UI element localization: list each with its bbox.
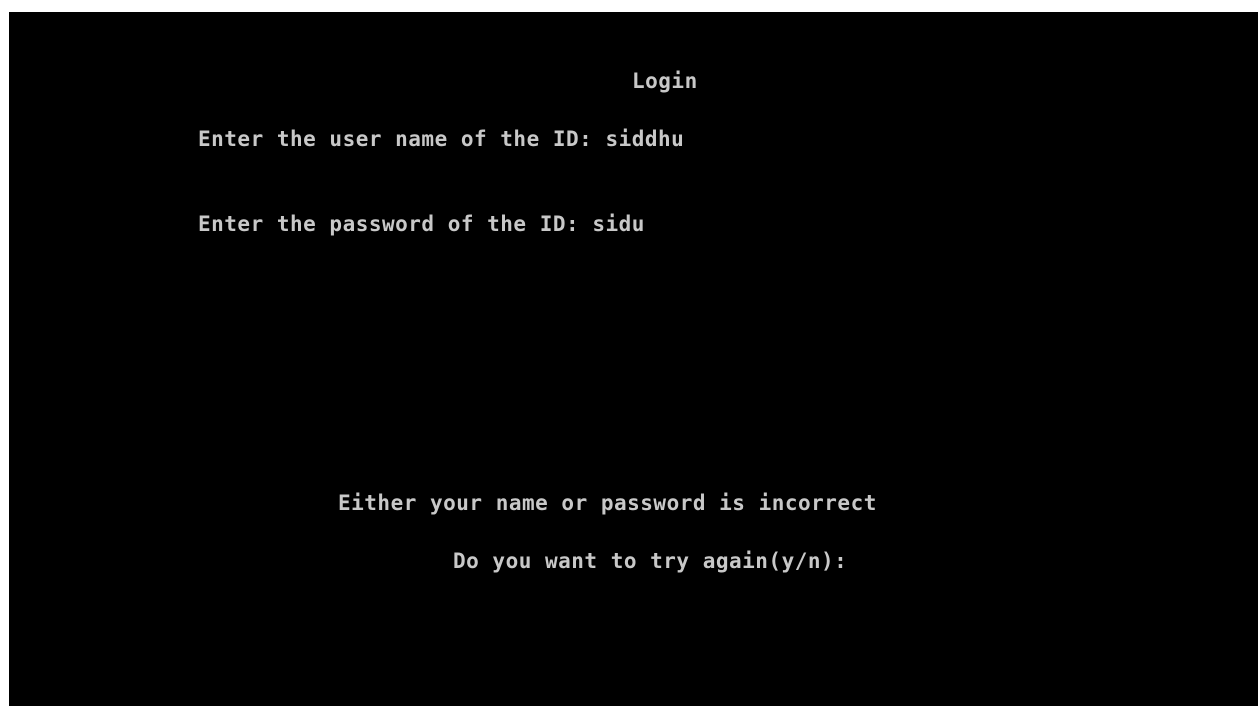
retry-line: Do you want to try again(y/n): — [453, 549, 847, 573]
username-line: Enter the user name of the ID: siddhu — [198, 127, 684, 151]
username-input[interactable]: siddhu — [605, 127, 684, 151]
error-message: Either your name or password is incorrec… — [338, 491, 877, 515]
password-line: Enter the password of the ID: sidu — [198, 212, 645, 236]
password-prompt: Enter the password of the ID: — [198, 212, 580, 236]
login-title: Login — [632, 69, 698, 93]
retry-prompt: Do you want to try again(y/n): — [453, 549, 848, 573]
username-prompt: Enter the user name of the ID: — [198, 127, 593, 151]
console-window[interactable]: Login Enter the user name of the ID: sid… — [9, 12, 1258, 706]
password-input[interactable]: sidu — [592, 212, 645, 236]
